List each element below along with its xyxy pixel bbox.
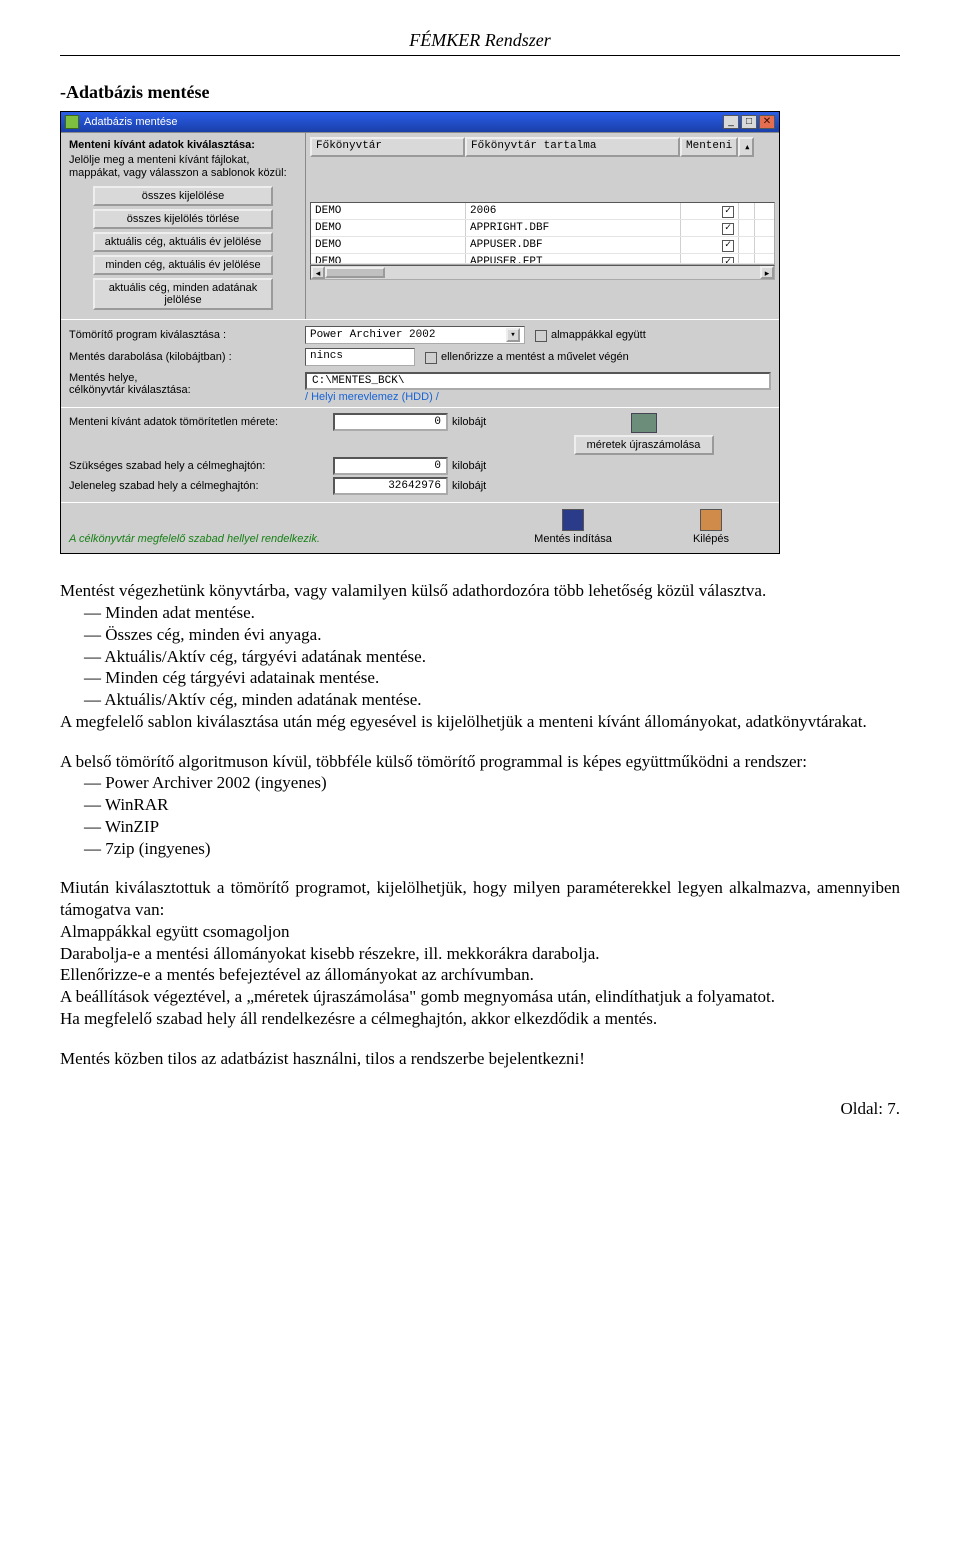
destination-drive-label: / Helyi merevlemez (HDD) / <box>305 390 771 403</box>
stat-uncompressed-label: Menteni kívánt adatok tömörítetlen méret… <box>69 416 329 428</box>
close-button[interactable]: ✕ <box>759 115 775 129</box>
stat-required-label: Szükséges szabad hely a célmeghajtón: <box>69 460 329 472</box>
paragraph: Miután kiválasztottuk a tömörítő program… <box>60 877 900 921</box>
save-checkbox[interactable]: ✓ <box>722 240 734 252</box>
split-field[interactable]: nincs <box>305 348 415 366</box>
recalc-button[interactable]: méretek újraszámolása <box>574 435 714 455</box>
chevron-down-icon[interactable]: ▾ <box>506 328 520 342</box>
compressor-value: Power Archiver 2002 <box>310 329 435 341</box>
save-checkbox[interactable]: ✓ <box>722 223 734 235</box>
selection-label: Menteni kívánt adatok kiválasztása: <box>69 139 297 151</box>
cell-content: 2006 <box>466 203 681 219</box>
compressor-label: Tömörítő program kiválasztása : <box>69 329 299 341</box>
floppy-icon <box>562 509 584 531</box>
page-footer: Oldal: 7. <box>60 1099 900 1119</box>
table-row[interactable]: DEMO APPRIGHT.DBF ✓ <box>311 220 774 237</box>
scroll-thumb[interactable] <box>325 267 385 278</box>
minimize-button[interactable]: _ <box>723 115 739 129</box>
file-list-body: DEMO 2006 ✓ DEMO APPRIGHT.DBF ✓ DEMO APP… <box>310 202 775 265</box>
split-label: Mentés darabolása (kilobájtban) : <box>69 351 299 363</box>
list-item: WinZIP <box>108 816 900 838</box>
stat-unit: kilobájt <box>452 416 512 428</box>
window-title: Adatbázis mentése <box>84 116 178 128</box>
list-item: Összes cég, minden évi anyaga. <box>108 624 900 646</box>
subfolders-label: almappákkal együtt <box>551 329 646 341</box>
paragraph: A megfelelő sablon kiválasztása után még… <box>60 711 900 733</box>
scroll-left-icon[interactable]: ◂ <box>311 266 325 279</box>
paragraph: Ellenőrizze-e a mentés befejeztével az á… <box>60 964 900 986</box>
paragraph: Darabolja-e a mentési állományokat kiseb… <box>60 943 900 965</box>
exit-label: Kilépés <box>651 533 771 545</box>
table-row[interactable]: DEMO APPUSER.DBF ✓ <box>311 237 774 254</box>
stat-free-value: 32642976 <box>333 477 448 495</box>
header-rule <box>60 55 900 56</box>
paragraph: Almappákkal együtt csomagoljon <box>60 921 900 943</box>
verify-checkbox[interactable] <box>425 352 437 364</box>
current-firm-all-button[interactable]: aktuális cég, minden adatának jelölése <box>93 278 273 310</box>
cell-content: APPUSER.DBF <box>466 237 681 253</box>
clear-all-button[interactable]: összes kijelölés törlése <box>93 209 273 229</box>
subfolders-checkbox[interactable] <box>535 330 547 342</box>
paragraph: A beállítások végeztével, a „méretek újr… <box>60 986 900 1008</box>
selection-panel: Menteni kívánt adatok kiválasztása: Jelö… <box>61 132 306 319</box>
paragraph: Ha megfelelő szabad hely áll rendelkezés… <box>60 1008 900 1030</box>
stat-unit: kilobájt <box>452 460 512 472</box>
list-item: Minden cég tárgyévi adatainak mentése. <box>108 667 900 689</box>
column-content[interactable]: Főkönyvtár tartalma <box>465 137 680 157</box>
list-item: 7zip (ingyenes) <box>108 838 900 860</box>
start-backup-label: Mentés indítása <box>513 533 633 545</box>
scroll-up-icon[interactable]: ▴ <box>738 137 754 157</box>
column-save[interactable]: Menteni <box>680 137 738 157</box>
all-firm-year-button[interactable]: minden cég, aktuális év jelölése <box>93 255 273 275</box>
exit-icon <box>700 509 722 531</box>
section-heading: -Adatbázis mentése <box>60 82 900 103</box>
destination-path-field[interactable]: C:\MENTES_BCK\ <box>305 372 771 390</box>
stat-unit: kilobájt <box>452 480 512 492</box>
table-row[interactable]: DEMO 2006 ✓ <box>311 203 774 220</box>
save-checkbox[interactable]: ✓ <box>722 257 734 264</box>
list-item: Aktuális/Aktív cég, minden adatának ment… <box>108 689 900 711</box>
cell-dir: DEMO <box>311 237 466 253</box>
cell-content: APPUSER.FPT <box>466 254 681 264</box>
table-row[interactable]: DEMO APPUSER.FPT ✓ <box>311 254 774 264</box>
stat-free-label: Jeleneleg szabad hely a célmeghajtón: <box>69 480 329 492</box>
cell-content: APPRIGHT.DBF <box>466 220 681 236</box>
cell-dir: DEMO <box>311 203 466 219</box>
selection-description: Jelölje meg a menteni kívánt fájlokat, m… <box>69 154 297 180</box>
paragraph: Mentés közben tilos az adatbázist haszná… <box>60 1048 900 1070</box>
titlebar: Adatbázis mentése _ □ ✕ <box>61 112 779 132</box>
column-main-dir[interactable]: Főkönyvtár <box>310 137 465 157</box>
file-list-panel: Főkönyvtár Főkönyvtár tartalma Menteni ▴… <box>306 132 779 319</box>
paragraph: Mentést végezhetünk könyvtárba, vagy val… <box>60 580 900 602</box>
maximize-button[interactable]: □ <box>741 115 757 129</box>
save-checkbox[interactable]: ✓ <box>722 206 734 218</box>
calculator-icon <box>631 413 657 433</box>
app-icon <box>65 115 79 129</box>
current-firm-year-button[interactable]: aktuális cég, aktuális év jelölése <box>93 232 273 252</box>
list-item: Aktuális/Aktív cég, tárgyévi adatának me… <box>108 646 900 668</box>
paragraph: A belső tömörítő algoritmuson kívül, töb… <box>60 751 900 773</box>
stat-required-value: 0 <box>333 457 448 475</box>
list-item: WinRAR <box>108 794 900 816</box>
start-backup-button[interactable]: Mentés indítása <box>513 509 633 545</box>
dialog-window: Adatbázis mentése _ □ ✕ Menteni kívánt a… <box>60 111 780 554</box>
status-message: A célkönyvtár megfelelő szabad hellyel r… <box>69 533 320 545</box>
stat-uncompressed-value: 0 <box>333 413 448 431</box>
destination-label: Mentés helye, célkönyvtár kiválasztása: <box>69 372 299 403</box>
list-item: Power Archiver 2002 (ingyenes) <box>108 772 900 794</box>
verify-label: ellenőrizze a mentést a művelet végén <box>441 351 629 363</box>
cell-dir: DEMO <box>311 220 466 236</box>
exit-button[interactable]: Kilépés <box>651 509 771 545</box>
page-header: FÉMKER Rendszer <box>60 30 900 51</box>
scroll-right-icon[interactable]: ▸ <box>760 266 774 279</box>
horizontal-scrollbar[interactable]: ◂ ▸ <box>310 265 775 280</box>
list-item: Minden adat mentése. <box>108 602 900 624</box>
select-all-button[interactable]: összes kijelölése <box>93 186 273 206</box>
cell-dir: DEMO <box>311 254 466 264</box>
compressor-dropdown[interactable]: Power Archiver 2002 ▾ <box>305 326 525 344</box>
